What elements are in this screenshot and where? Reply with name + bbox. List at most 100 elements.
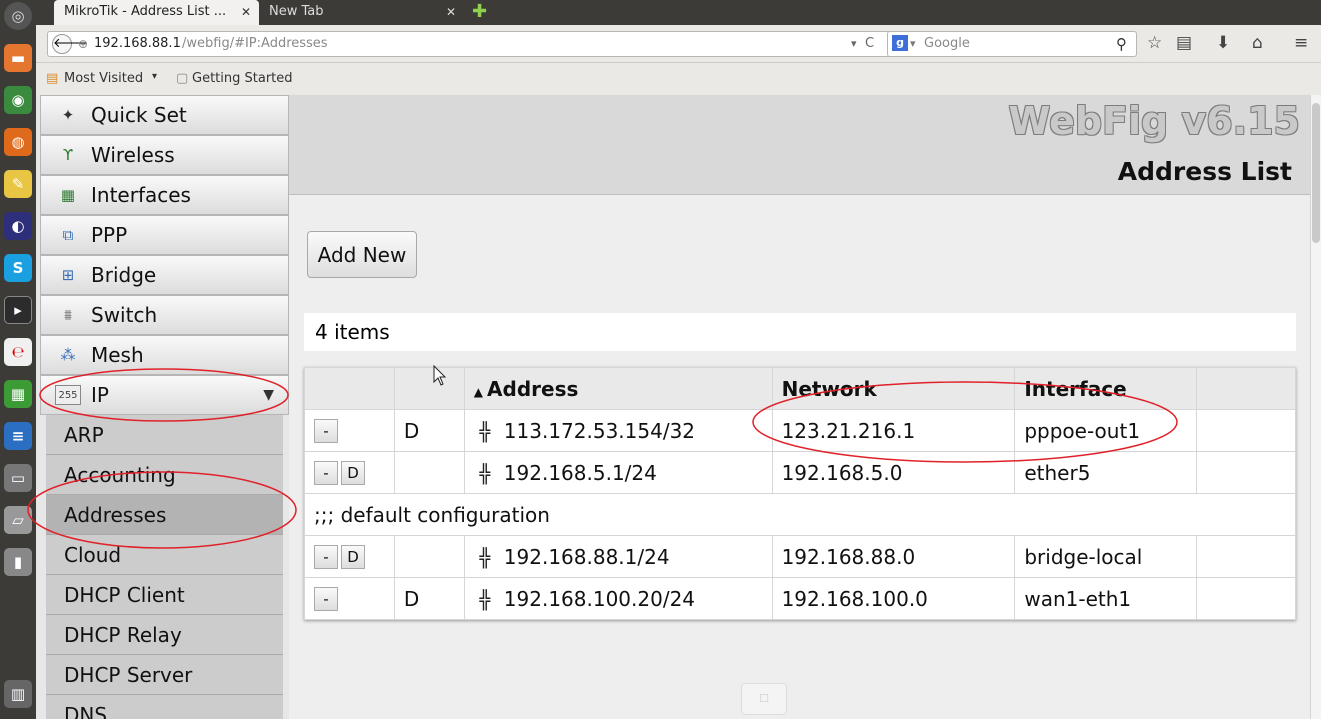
new-tab-button[interactable]: ✚ [468,0,492,25]
table-row[interactable]: -D ╬ 192.168.5.1/24 192.168.5.0 ether5 [304,451,1296,494]
back-arrow-icon[interactable]: 🡐 [52,34,88,54]
sidebar-item-bridge[interactable]: ⊞ Bridge [40,255,289,295]
submenu-item-cloud[interactable]: Cloud [46,535,283,575]
document-icon[interactable]: ≡ [4,422,32,450]
url-bar[interactable]: 🡐 ⊕ 192.168.88.1 /webfig/#IP:Addresses ▾… [47,31,920,57]
close-tab-icon[interactable]: ✕ [241,0,251,24]
bookmarks-bar: ▤ Most Visited ▾ ▢ Getting Started [36,63,1321,95]
interface-cell: wan1-eth1 [1014,577,1198,620]
submenu-item-dhcp-client[interactable]: DHCP Client [46,575,283,615]
search-bar[interactable]: g ▾ Google ⚲ [887,31,1137,57]
column-header-address[interactable]: ▲ Address [463,367,773,410]
editor-icon[interactable]: ℮ [4,338,32,366]
terminal-icon[interactable]: ▸ [4,296,32,324]
item-count: 4 items [304,313,1296,351]
submenu-item-arp[interactable]: ARP [46,415,283,455]
add-new-button[interactable]: Add New [307,231,417,278]
close-tab-icon[interactable]: ✕ [446,0,456,24]
switch-icon: ⩩ [63,306,72,324]
network-cell: 123.21.216.1 [771,409,1016,452]
tab-new[interactable]: New Tab ✕ [259,0,464,25]
download-icon[interactable]: ⬇ [1216,33,1230,53]
search-placeholder: Google [924,36,970,51]
table-row[interactable]: - D ╬ 192.168.100.20/24 192.168.100.0 wan… [304,577,1296,620]
search-icon[interactable]: ⚲ [1116,32,1127,56]
column-header-network[interactable]: Network [771,367,1016,410]
window-icon[interactable]: ▭ [4,464,32,492]
trash-icon[interactable]: ▥ [4,680,32,708]
bookmark-most-visited[interactable]: Most Visited [64,71,143,86]
flag-cell [393,535,465,578]
submenu-item-dhcp-relay[interactable]: DHCP Relay [46,615,283,655]
sidebar-item-quick-set[interactable]: ✦ Quick Set [40,95,289,135]
network-cell: 192.168.5.0 [771,451,1016,494]
flag-cell: D [393,409,465,452]
dropdown-arrow-icon[interactable]: ▾ [851,32,857,56]
chevron-down-icon: ▼ [263,387,274,403]
dropdown-arrow-icon[interactable]: ▾ [910,32,916,56]
vertical-scrollbar[interactable] [1310,95,1321,719]
interface-cell: pppoe-out1 [1014,409,1198,452]
comment-row: ;;; default configuration [304,493,1296,536]
address-cell[interactable]: 192.168.88.1/24 [504,545,670,569]
submenu-item-dhcp-server[interactable]: DHCP Server [46,655,283,695]
scrollbar-thumb[interactable] [1312,103,1320,243]
address-cell[interactable]: 192.168.100.20/24 [504,587,695,611]
remove-button[interactable]: - [314,461,338,486]
sidebar-item-interfaces[interactable]: ▦ Interfaces [40,175,289,215]
eclipse-icon[interactable]: ◐ [4,212,32,240]
remove-button[interactable]: - [314,545,338,570]
sidebar-item-label: Mesh [91,343,144,367]
google-icon[interactable]: g [892,35,908,51]
bookmark-star-icon[interactable]: ☆ [1147,33,1162,53]
submenu-item-addresses[interactable]: Addresses [46,495,283,535]
table-row[interactable]: - D ╬ 113.172.53.154/32 123.21.216.1 pppo… [304,409,1296,452]
tab-active[interactable]: MikroTik - Address List ... ✕ [54,0,259,25]
sidebar-item-switch[interactable]: ⩩ Switch [40,295,289,335]
disable-button[interactable]: D [341,461,365,486]
address-cell[interactable]: 113.172.53.154/32 [504,419,695,443]
address-icon: ╬ [479,589,491,611]
address-icon: ╬ [479,421,491,443]
firefox-icon[interactable]: ◍ [4,128,32,156]
usb-icon[interactable]: ▮ [4,548,32,576]
column-header-extra [1196,367,1296,410]
files-icon[interactable]: ▬ [4,44,32,72]
home-icon[interactable]: ⌂ [1252,33,1263,53]
sidebar-item-wireless[interactable]: ϒ Wireless [40,135,289,175]
sidebar-item-ppp[interactable]: ⧉ PPP [40,215,289,255]
submenu-item-dns[interactable]: DNS [46,695,283,719]
menu-icon[interactable]: ≡ [1294,33,1308,53]
sidebar-item-label: IP [91,383,109,407]
reload-icon[interactable]: C [865,32,874,56]
url-path: /webfig/#IP:Addresses [182,36,328,51]
remove-button[interactable]: - [314,419,338,444]
webfig-sidebar: ✦ Quick Set ϒ Wireless ▦ Interfaces ⧉ PPP ⊞ B… [36,95,289,719]
submenu-item-accounting[interactable]: Accounting [46,455,283,495]
spreadsheet-icon[interactable]: ▦ [4,380,32,408]
reading-list-icon[interactable]: ▤ [1176,33,1192,53]
address-table: ▲ Address Network Interface - D ╬ 113.172.… [304,367,1296,620]
ubuntu-dash-icon[interactable]: ◎ [4,2,32,30]
address-cell[interactable]: 192.168.5.1/24 [504,461,657,485]
column-header-interface[interactable]: Interface [1014,367,1198,410]
drive-icon[interactable]: ▱ [4,506,32,534]
tab-title: MikroTik - Address List ... [64,4,227,19]
chrome-icon[interactable]: ◉ [4,86,32,114]
sidebar-item-mesh[interactable]: ⁂ Mesh [40,335,289,375]
chevron-down-icon[interactable]: ▾ [152,71,157,82]
disable-button[interactable]: D [341,545,365,570]
sidebar-item-label: Bridge [91,263,157,287]
notes-icon[interactable]: ✎ [4,170,32,198]
interfaces-icon: ▦ [60,186,76,204]
remove-button[interactable]: - [314,587,338,612]
page-icon: ▢ [176,71,189,86]
tab-title: New Tab [269,4,324,19]
page-footer-widget[interactable]: ☐ [741,683,787,715]
wireless-icon: ϒ [62,146,74,164]
skype-icon[interactable]: S [4,254,32,282]
bookmark-getting-started[interactable]: Getting Started [192,71,293,86]
network-cell: 192.168.88.0 [771,535,1016,578]
sidebar-item-ip[interactable]: 255 IP ▼ [40,375,289,415]
table-row[interactable]: -D ╬ 192.168.88.1/24 192.168.88.0 bridge-… [304,535,1296,578]
